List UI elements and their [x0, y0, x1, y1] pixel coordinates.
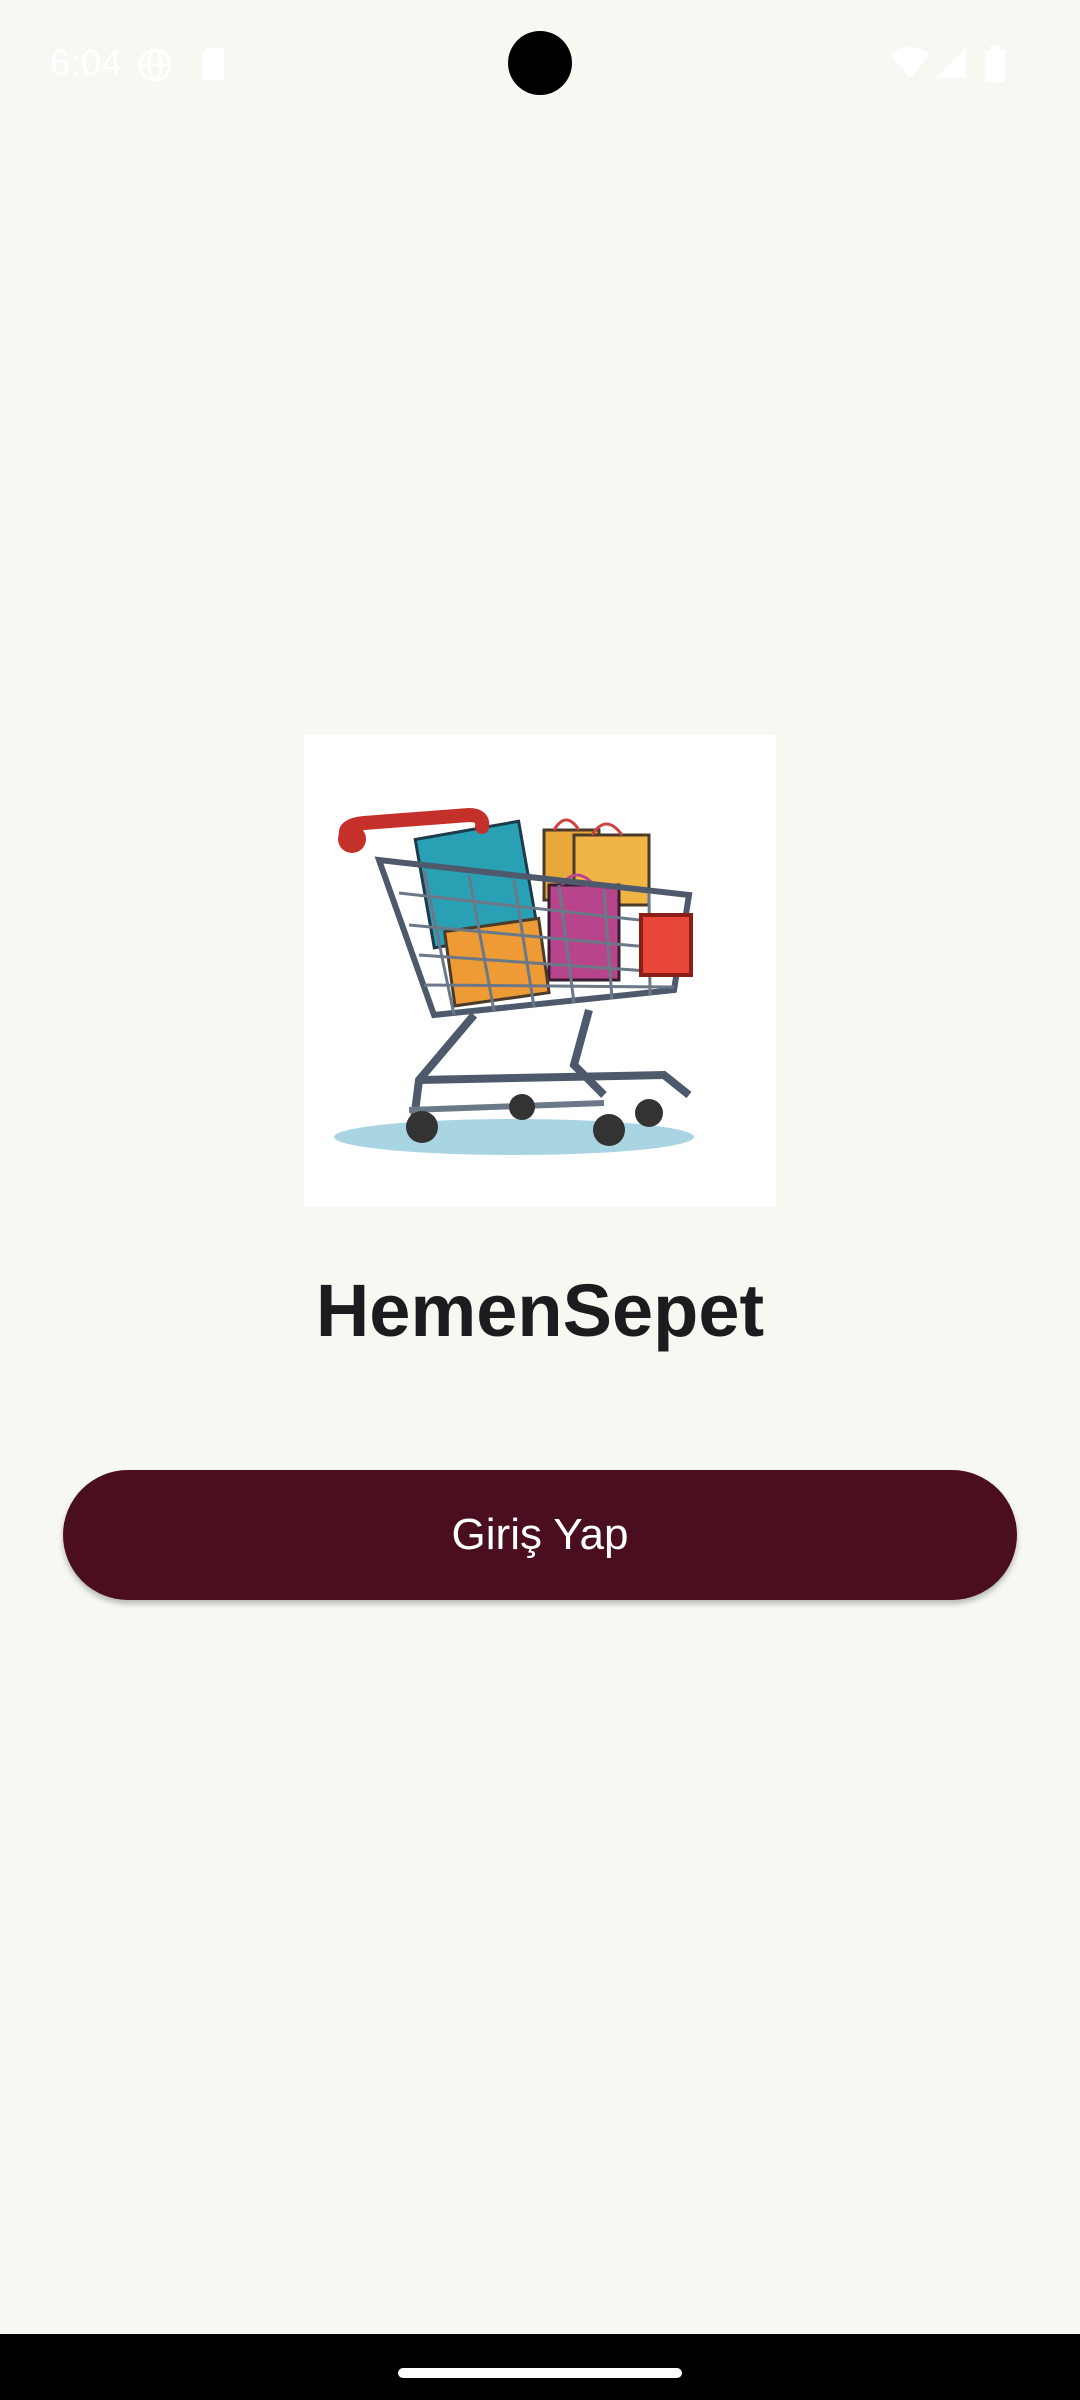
signal-icon	[934, 46, 968, 85]
shopping-cart-icon	[334, 807, 694, 1155]
navigation-bar	[0, 2334, 1080, 2400]
login-button[interactable]: Giriş Yap	[63, 1470, 1017, 1600]
home-indicator[interactable]	[398, 2368, 682, 2378]
status-time: 6:04	[50, 42, 123, 83]
camera-cutout	[508, 31, 572, 95]
app-title: HemenSepet	[315, 1269, 765, 1352]
wifi-icon	[890, 46, 930, 85]
vpn-globe-icon	[136, 46, 174, 89]
app-logo	[304, 735, 776, 1207]
battery-icon	[984, 46, 1006, 87]
sim-card-icon	[198, 46, 228, 87]
